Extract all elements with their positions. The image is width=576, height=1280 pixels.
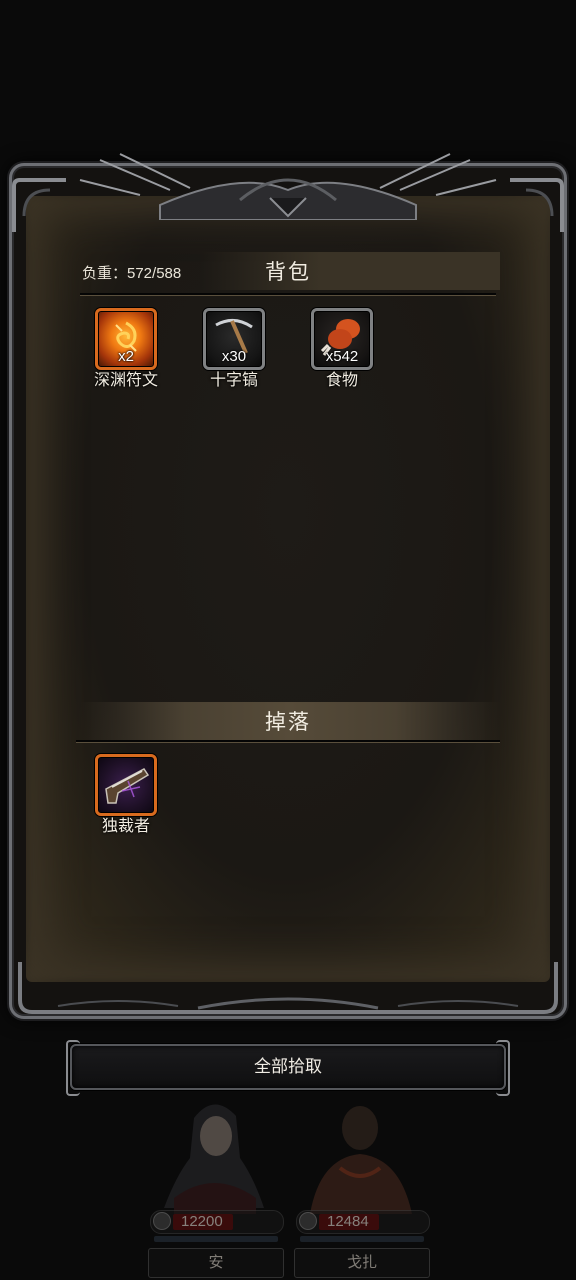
item-quantity: x542 [325,348,359,365]
item-slot: x2 [95,308,157,370]
shield-icon [299,1212,317,1230]
drops-divider [76,740,500,742]
hero-mana-bar [300,1236,424,1242]
drops-section-title: 掉落 [265,711,311,734]
item-slot: x542 [311,308,373,370]
item-slot: x30 [203,308,265,370]
item-quantity: x30 [221,348,247,365]
hp-value: 12484 [327,1213,369,1230]
bag-section-title: 背包 [265,261,311,284]
item-quantity: x2 [118,348,134,365]
hero-hp-bar: 12200 [150,1210,284,1234]
item-slot [95,754,157,816]
bag-item-food[interactable]: x542 食物 [302,308,382,390]
frame-corner-ornament [12,178,66,232]
bag-item-abyss-rune[interactable]: x2 深渊符文 [86,308,166,390]
frame-corner-ornament [510,178,564,232]
hp-value: 12200 [181,1213,223,1230]
dictator-pistol-icon [105,768,150,804]
hero-mana-bar [154,1236,278,1242]
pickup-all-button[interactable]: 全部拾取 [66,1040,510,1096]
hero-name-an[interactable]: 安 [148,1248,284,1278]
frame-bottom-ornament [18,962,558,1014]
bag-divider [80,293,496,295]
shield-icon [153,1212,171,1230]
hero-name-goza[interactable]: 戈扎 [294,1248,430,1278]
frame-crest-ornament [79,153,497,220]
drop-item-dictator[interactable]: 独裁者 [86,754,166,836]
bag-item-pickaxe[interactable]: x30 十字镐 [194,308,274,390]
hero-hp-bar: 12484 [296,1210,430,1234]
